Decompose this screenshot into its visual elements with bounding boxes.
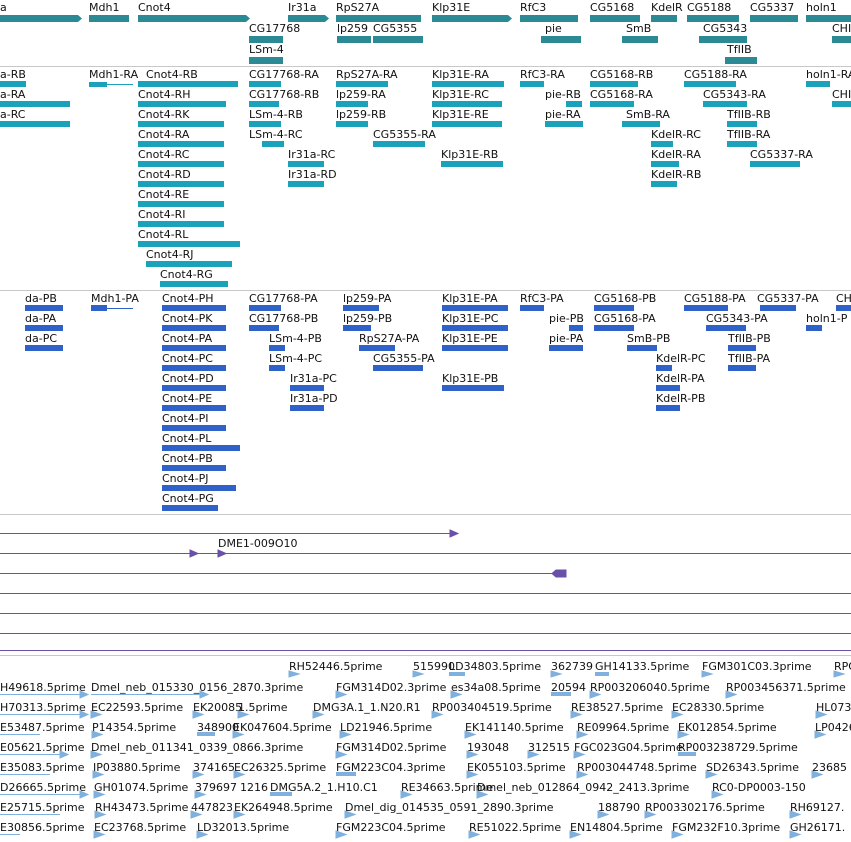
est-glyph[interactable] xyxy=(725,690,738,699)
est-glyph[interactable] xyxy=(569,830,582,839)
est-glyph[interactable] xyxy=(678,752,696,756)
est-glyph[interactable] xyxy=(335,830,348,839)
est-glyph[interactable] xyxy=(344,810,357,819)
est-glyph[interactable] xyxy=(550,670,563,678)
est-glyph[interactable] xyxy=(190,810,203,819)
est-glyph[interactable] xyxy=(232,730,245,739)
est-glyph[interactable] xyxy=(336,772,356,776)
est-glyph[interactable] xyxy=(671,830,684,839)
est-glyph[interactable] xyxy=(92,770,105,779)
est-glyph[interactable] xyxy=(644,810,657,819)
est-glyph[interactable] xyxy=(288,670,301,678)
est-glyph[interactable] xyxy=(233,770,246,779)
est-glyph[interactable] xyxy=(573,750,586,759)
est-glyph[interactable] xyxy=(400,790,413,799)
est-glyph[interactable] xyxy=(312,710,325,719)
est-glyph[interactable] xyxy=(468,830,481,839)
est-glyph[interactable] xyxy=(91,730,104,739)
est-glyph[interactable] xyxy=(589,690,602,699)
est-glyph[interactable] xyxy=(270,792,292,796)
est-glyph[interactable] xyxy=(711,790,724,799)
est-glyph[interactable] xyxy=(431,710,444,719)
est-glyph[interactable] xyxy=(339,730,352,739)
est-glyph[interactable] xyxy=(833,670,846,678)
est-glyph[interactable] xyxy=(449,672,465,676)
est-glyph[interactable] xyxy=(570,710,583,719)
est-glyph[interactable] xyxy=(192,710,205,719)
est-glyph[interactable] xyxy=(335,750,348,759)
est-glyph[interactable] xyxy=(466,770,479,779)
est-glyph[interactable] xyxy=(551,692,571,696)
est-glyph[interactable] xyxy=(576,730,589,739)
est-glyph[interactable] xyxy=(671,710,684,719)
est-glyph[interactable] xyxy=(705,770,718,779)
est-glyph[interactable] xyxy=(701,670,714,678)
est-glyph[interactable] xyxy=(194,790,207,799)
est-glyph[interactable] xyxy=(789,830,802,839)
est-glyph[interactable] xyxy=(93,830,106,839)
est-glyph[interactable] xyxy=(815,710,828,719)
est-glyph[interactable] xyxy=(335,690,348,699)
est-glyph[interactable] xyxy=(597,810,610,819)
est-glyph[interactable] xyxy=(789,810,802,819)
est-glyph[interactable] xyxy=(527,750,540,759)
est-glyph[interactable] xyxy=(94,810,107,819)
est-glyph[interactable] xyxy=(464,730,477,739)
est-glyph[interactable] xyxy=(90,750,103,759)
est-glyph[interactable] xyxy=(476,790,489,799)
est-glyph[interactable] xyxy=(450,690,463,699)
est-glyph[interactable] xyxy=(466,750,479,759)
est-glyph[interactable] xyxy=(811,770,824,779)
est-glyph[interactable] xyxy=(677,730,690,739)
est-glyph[interactable] xyxy=(814,730,827,739)
est-glyph[interactable] xyxy=(595,672,609,676)
est-track-glyphs xyxy=(0,670,846,839)
est-glyph[interactable] xyxy=(576,770,589,779)
est-glyph[interactable] xyxy=(197,732,215,736)
est-glyph[interactable] xyxy=(196,830,209,839)
est-glyph[interactable] xyxy=(192,770,205,779)
genome-browser-view: a Mdh1 Cnot4 Ir31a RpS27A Klp31E RfC3 CG… xyxy=(0,0,851,842)
est-glyph[interactable] xyxy=(412,670,425,678)
est-glyph[interactable] xyxy=(90,710,103,719)
est-glyph[interactable] xyxy=(237,710,250,719)
est-glyph[interactable] xyxy=(93,790,106,799)
est-glyph[interactable] xyxy=(233,810,246,819)
